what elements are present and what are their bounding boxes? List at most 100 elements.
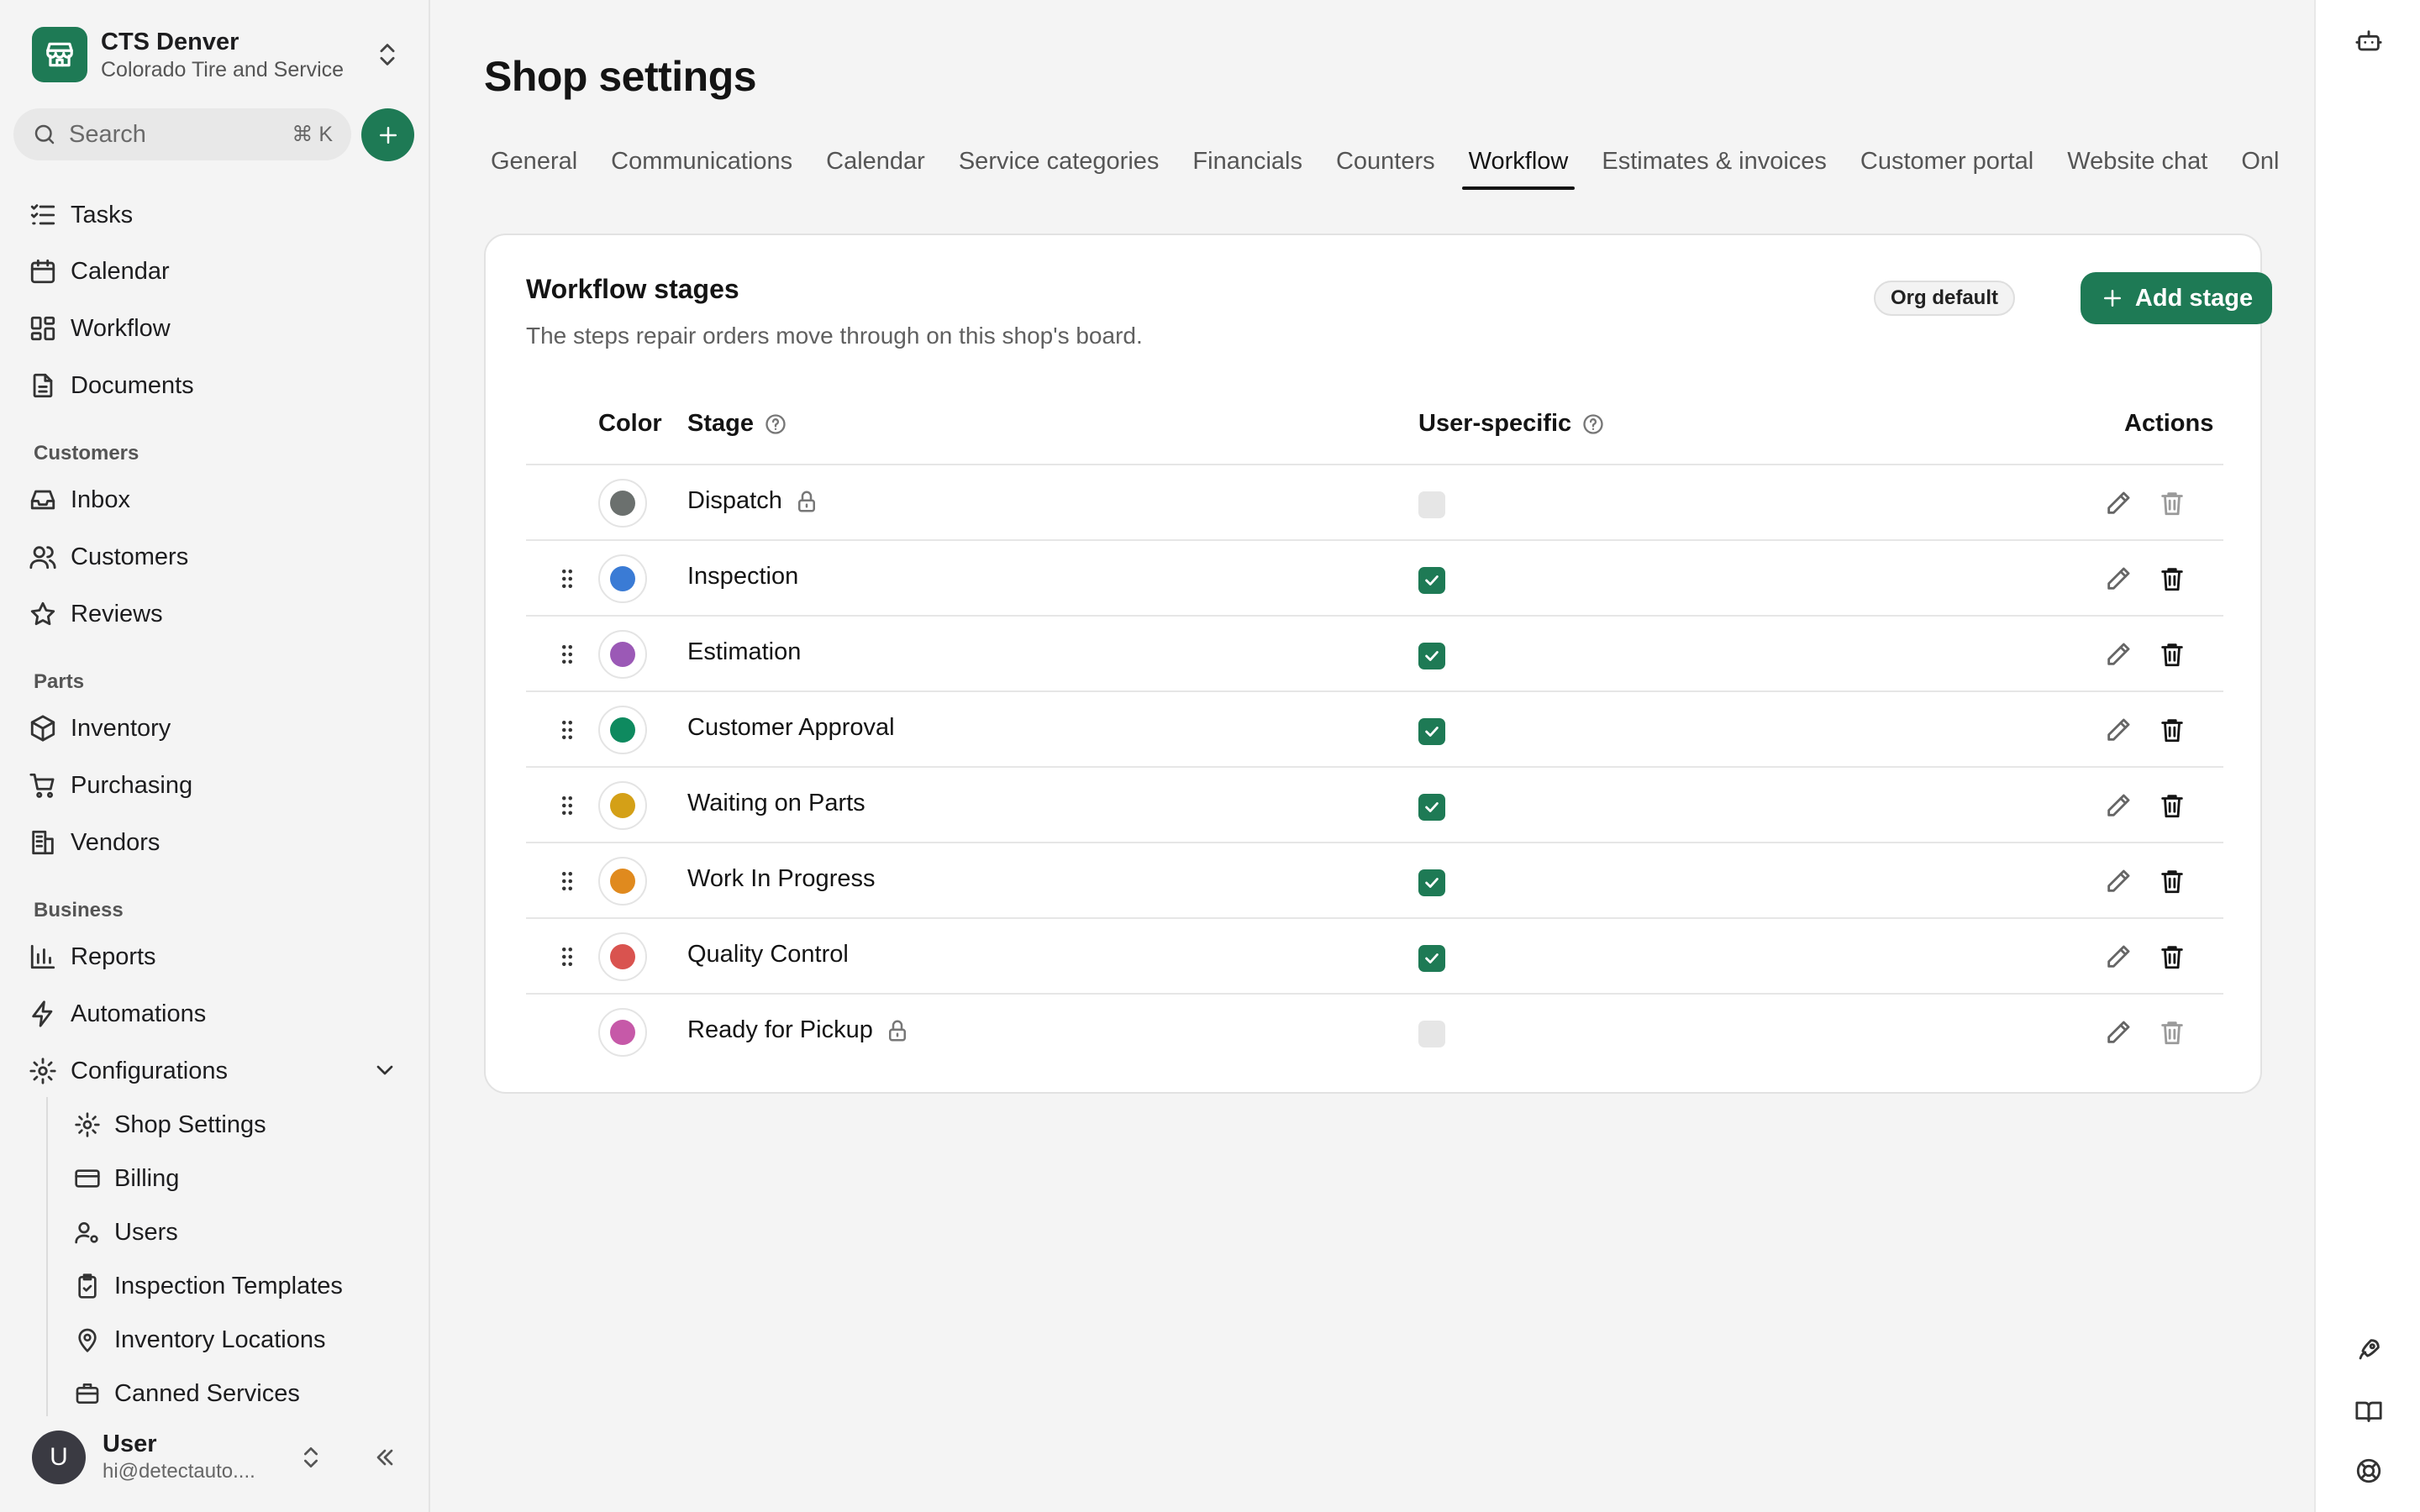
help-icon[interactable] bbox=[1581, 412, 1605, 436]
edit-icon[interactable] bbox=[2104, 716, 2133, 744]
tab-financials[interactable]: Financials bbox=[1176, 141, 1319, 192]
user-specific-checkbox[interactable] bbox=[1418, 869, 1445, 896]
column-color: Color bbox=[598, 410, 662, 438]
nav-item-vendors[interactable]: Vendors bbox=[29, 819, 160, 866]
nav-item-reports[interactable]: Reports bbox=[29, 933, 156, 980]
sidebar-item-users[interactable]: Users bbox=[74, 1210, 178, 1254]
nav-item-documents[interactable]: Documents bbox=[29, 362, 194, 409]
nav-item-configurations[interactable]: Configurations bbox=[29, 1047, 228, 1095]
delete-icon[interactable] bbox=[2158, 564, 2186, 593]
sidebar-item-billing[interactable]: Billing bbox=[74, 1157, 179, 1200]
sidebar-item-inventory-locations[interactable]: Inventory Locations bbox=[74, 1318, 325, 1362]
edit-icon[interactable] bbox=[2104, 1018, 2133, 1047]
nav-item-customers[interactable]: Customers bbox=[29, 533, 188, 580]
nav-label: Billing bbox=[114, 1164, 180, 1192]
robot-icon[interactable] bbox=[2354, 27, 2383, 55]
sidebar-item-canned-services[interactable]: Canned Services bbox=[74, 1372, 300, 1415]
collapse-sidebar-icon[interactable] bbox=[371, 1444, 398, 1471]
help-icon[interactable] bbox=[764, 412, 787, 436]
tab-customer-portal[interactable]: Customer portal bbox=[1844, 141, 2050, 192]
settings-tabs: General Communications Calendar Service … bbox=[474, 141, 2296, 192]
nav-item-calendar[interactable]: Calendar bbox=[29, 248, 170, 295]
edit-icon[interactable] bbox=[2104, 867, 2133, 895]
tab-calendar[interactable]: Calendar bbox=[809, 141, 942, 192]
nav-item-tasks[interactable]: Tasks bbox=[29, 192, 133, 239]
color-dot bbox=[610, 642, 635, 667]
nav-label: Configurations bbox=[71, 1057, 228, 1084]
nav-section-business: Business bbox=[34, 899, 124, 921]
edit-icon[interactable] bbox=[2104, 564, 2133, 593]
table-row: Estimation bbox=[526, 617, 2223, 692]
delete-icon[interactable] bbox=[2158, 640, 2186, 669]
chevron-down-icon[interactable] bbox=[371, 1057, 398, 1084]
drag-handle-icon[interactable] bbox=[555, 793, 580, 818]
nav-label: Documents bbox=[71, 371, 194, 399]
sidebar-item-shop-settings[interactable]: Shop Settings bbox=[74, 1103, 266, 1147]
lifebuoy-icon[interactable] bbox=[2354, 1457, 2383, 1485]
check-icon bbox=[1425, 575, 1439, 585]
drag-handle-icon[interactable] bbox=[555, 717, 580, 743]
nav-label: Automations bbox=[71, 1000, 207, 1027]
plus-icon bbox=[379, 126, 397, 144]
color-swatch[interactable] bbox=[598, 1008, 647, 1057]
drag-handle-icon[interactable] bbox=[555, 566, 580, 591]
color-swatch[interactable] bbox=[598, 630, 647, 679]
color-swatch[interactable] bbox=[598, 781, 647, 830]
user-specific-checkbox[interactable] bbox=[1418, 718, 1445, 745]
color-swatch[interactable] bbox=[598, 706, 647, 754]
edit-icon[interactable] bbox=[2104, 640, 2133, 669]
stage-label: Estimation bbox=[687, 638, 802, 665]
workflow-stages-card: Workflow stages The steps repair orders … bbox=[484, 234, 2272, 1094]
tasks-icon bbox=[30, 204, 55, 225]
quick-add-button[interactable] bbox=[361, 108, 414, 161]
tab-service-categories[interactable]: Service categories bbox=[942, 141, 1176, 192]
tab-workflow[interactable]: Workflow bbox=[1452, 141, 1586, 192]
nav-item-inbox[interactable]: Inbox bbox=[29, 476, 130, 523]
delete-icon[interactable] bbox=[2158, 791, 2186, 820]
drag-handle-icon[interactable] bbox=[555, 642, 580, 667]
stage-label: Quality Control bbox=[687, 941, 849, 968]
table-body: Dispatch Inspection Estimation Customer App… bbox=[526, 465, 2223, 1070]
user-specific-checkbox[interactable] bbox=[1418, 567, 1445, 594]
table-row: Quality Control bbox=[526, 919, 2223, 995]
edit-icon[interactable] bbox=[2104, 942, 2133, 971]
nav-item-purchasing[interactable]: Purchasing bbox=[29, 762, 192, 809]
tab-estimates-invoices[interactable]: Estimates & invoices bbox=[1585, 141, 1844, 192]
rocket-icon[interactable] bbox=[2354, 1336, 2383, 1364]
sidebar-item-inspection-templates[interactable]: Inspection Templates bbox=[74, 1264, 343, 1308]
book-icon[interactable] bbox=[2354, 1397, 2383, 1425]
user-specific-checkbox[interactable] bbox=[1418, 945, 1445, 972]
user-specific-checkbox[interactable] bbox=[1418, 643, 1445, 669]
delete-icon[interactable] bbox=[2158, 867, 2186, 895]
drag-handle-icon[interactable] bbox=[555, 869, 580, 894]
tab-online[interactable]: Onl bbox=[2224, 141, 2296, 192]
edit-icon[interactable] bbox=[2104, 489, 2133, 517]
column-user-specific-label: User-specific bbox=[1418, 410, 1572, 437]
user-name: User bbox=[103, 1431, 157, 1457]
users-icon bbox=[29, 546, 56, 570]
search-input[interactable]: Search ⌘ K bbox=[13, 108, 351, 160]
user-menu[interactable]: U User hi@detectauto.... bbox=[32, 1428, 402, 1487]
nav-item-inventory[interactable]: Inventory bbox=[29, 705, 171, 752]
add-stage-button[interactable]: Add stage bbox=[2081, 272, 2272, 324]
chevrons-up-down-icon bbox=[380, 44, 395, 66]
color-swatch[interactable] bbox=[598, 479, 647, 528]
tab-counters[interactable]: Counters bbox=[1319, 141, 1452, 192]
nav-item-reviews[interactable]: Reviews bbox=[29, 591, 163, 638]
tab-general[interactable]: General bbox=[474, 141, 594, 192]
color-swatch[interactable] bbox=[598, 932, 647, 981]
delete-icon[interactable] bbox=[2158, 942, 2186, 971]
delete-icon[interactable] bbox=[2158, 716, 2186, 744]
user-specific-checkbox[interactable] bbox=[1418, 794, 1445, 821]
tab-communications[interactable]: Communications bbox=[594, 141, 809, 192]
color-swatch[interactable] bbox=[598, 554, 647, 603]
stage-name: Dispatch bbox=[687, 487, 819, 515]
edit-icon[interactable] bbox=[2104, 791, 2133, 820]
nav-label: Tasks bbox=[71, 201, 134, 228]
tab-website-chat[interactable]: Website chat bbox=[2050, 141, 2224, 192]
shop-switcher[interactable]: CTS Denver Colorado Tire and Service bbox=[32, 25, 402, 84]
color-swatch[interactable] bbox=[598, 857, 647, 906]
nav-item-workflow[interactable]: Workflow bbox=[29, 305, 171, 352]
drag-handle-icon[interactable] bbox=[555, 944, 580, 969]
nav-item-automations[interactable]: Automations bbox=[29, 990, 206, 1037]
